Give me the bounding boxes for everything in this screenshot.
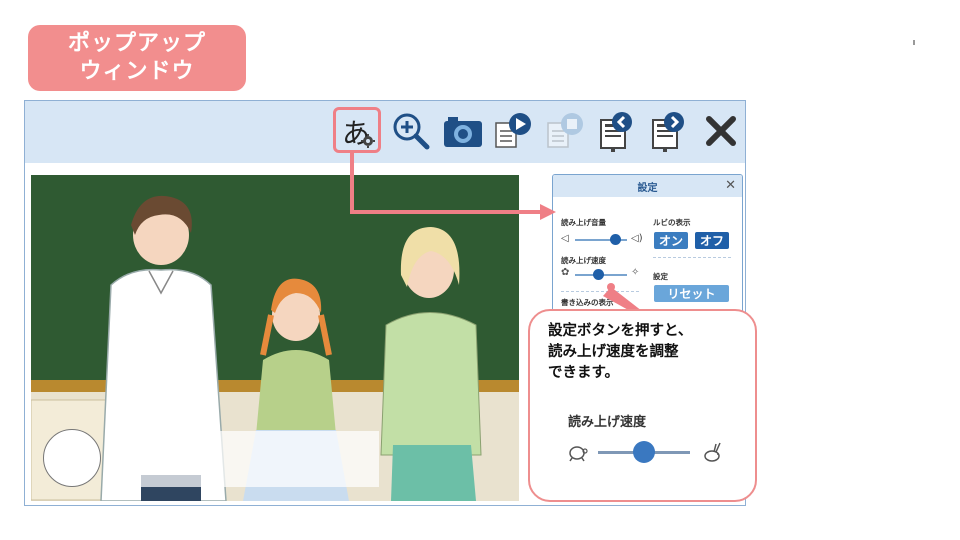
close-button[interactable] bbox=[699, 109, 743, 153]
close-icon bbox=[706, 116, 736, 146]
callout-speed-slider bbox=[566, 439, 726, 465]
page-next-icon bbox=[652, 112, 684, 152]
settings-kana-icon: あ bbox=[341, 114, 375, 150]
ruby-label: ルビの表示 bbox=[653, 218, 691, 227]
speed-slider[interactable]: ✿ ✧ bbox=[561, 267, 641, 282]
volume-label: 読み上げ音量 bbox=[561, 218, 606, 227]
slide-marker bbox=[913, 40, 915, 45]
read-play-button[interactable] bbox=[491, 109, 535, 153]
callout-line-3: できます。 bbox=[548, 365, 620, 381]
zoom-in-button[interactable] bbox=[389, 109, 433, 153]
page-prev-icon bbox=[600, 112, 632, 152]
callout-line-1: 設定ボタンを押すと、 bbox=[548, 323, 693, 339]
panel-close-icon[interactable]: ✕ bbox=[725, 178, 736, 193]
volume-high-icon: ◁) bbox=[631, 233, 643, 244]
camera-button[interactable] bbox=[441, 109, 485, 153]
classroom-illustration bbox=[31, 175, 519, 501]
zoom-in-icon bbox=[393, 113, 430, 150]
badge-line-2: ウィンドウ bbox=[79, 59, 195, 84]
callout-speed-label: 読み上げ速度 bbox=[568, 415, 647, 430]
settings-panel-title: 設定 bbox=[637, 182, 658, 194]
reset-button[interactable]: リセット bbox=[654, 285, 729, 302]
speed-label: 読み上げ速度 bbox=[561, 256, 606, 265]
page-prev-button[interactable] bbox=[595, 109, 639, 153]
writing-display-label: 書き込みの表示 bbox=[561, 298, 614, 307]
volume-slider[interactable]: ◁ ◁) bbox=[561, 233, 643, 247]
camera-icon bbox=[444, 117, 482, 147]
turtle-icon: ✿ bbox=[561, 267, 570, 278]
callout-line-2: 読み上げ速度を調整 bbox=[548, 344, 679, 360]
turtle-icon bbox=[569, 446, 588, 462]
settings-label: 設定 bbox=[653, 272, 668, 281]
speed-slider-thumb[interactable] bbox=[592, 269, 604, 280]
toolbar: あ bbox=[25, 101, 745, 163]
rabbit-icon: ✧ bbox=[631, 267, 640, 278]
page-next-button[interactable] bbox=[647, 109, 691, 153]
rabbit-icon bbox=[704, 442, 721, 462]
read-stop-icon bbox=[547, 113, 583, 148]
ruby-off-button[interactable]: オフ bbox=[695, 232, 729, 249]
classroom-scene bbox=[31, 175, 519, 501]
avatar-circle[interactable] bbox=[43, 429, 101, 487]
volume-slider-thumb[interactable] bbox=[610, 234, 622, 245]
settings-panel-header: 設定 ✕ bbox=[553, 175, 742, 197]
badge-line-1: ポップアップ bbox=[67, 31, 206, 56]
read-stop-button[interactable] bbox=[543, 109, 587, 153]
volume-low-icon: ◁ bbox=[561, 233, 569, 244]
callout-speed-thumb bbox=[633, 441, 655, 463]
explanation-callout: 設定ボタンを押すと、 読み上げ速度を調整 できます。 読み上げ速度 bbox=[528, 309, 757, 502]
read-play-icon bbox=[495, 113, 531, 148]
ruby-on-button[interactable]: オン bbox=[654, 232, 688, 249]
popup-window-badge: ポップアップ ウィンドウ bbox=[28, 25, 246, 91]
callout-text: 設定ボタンを押すと、 読み上げ速度を調整 できます。 bbox=[548, 321, 753, 384]
settings-panel: 設定 ✕ 読み上げ音量 ルビの表示 ◁ ◁) オン オフ 読み上げ速度 ✿ ✧ … bbox=[552, 174, 743, 316]
settings-button[interactable]: あ bbox=[333, 107, 381, 153]
